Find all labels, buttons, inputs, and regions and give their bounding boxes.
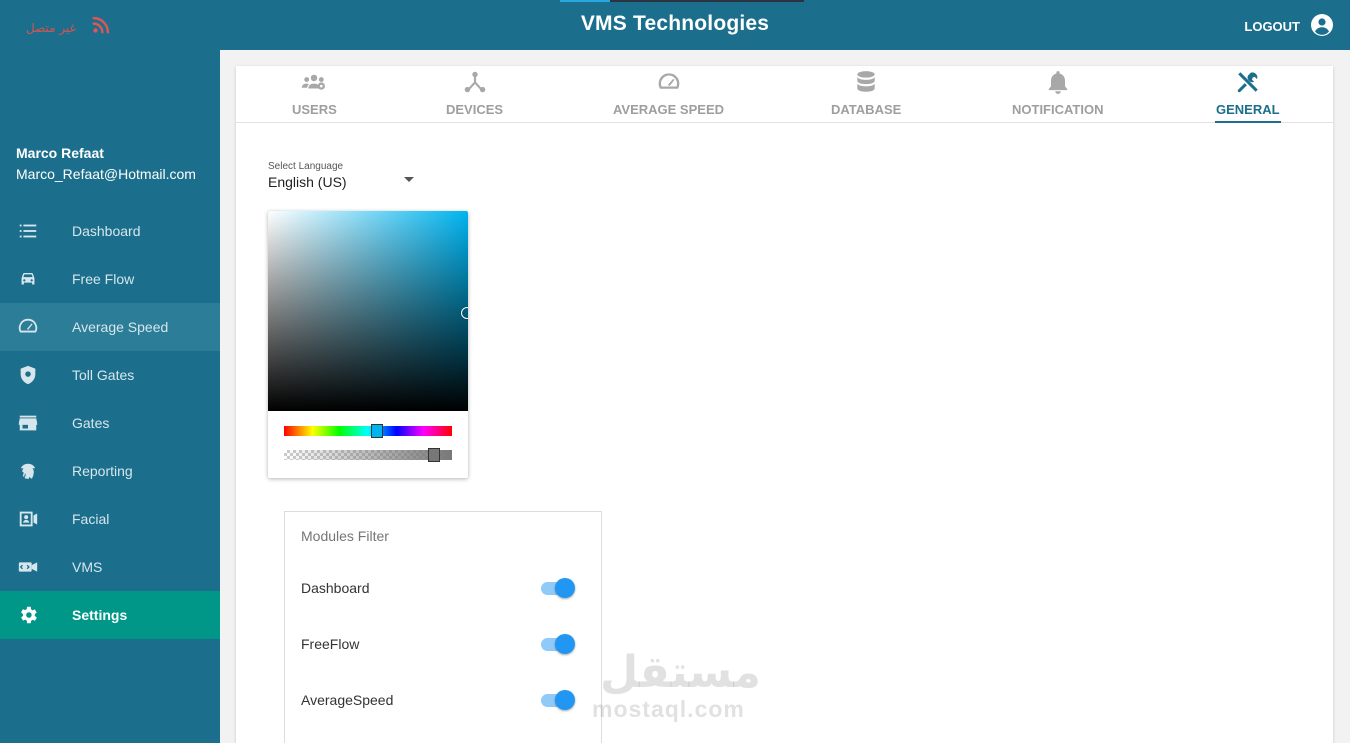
app-title: VMS Technologies — [580, 12, 770, 35]
sidebar-item-dashboard[interactable]: Dashboard — [0, 207, 220, 255]
sidebar-item-toll-gates[interactable]: Toll Gates — [0, 351, 220, 399]
sidebar-item-label: Free Flow — [72, 271, 135, 287]
hue-slider-handle[interactable] — [371, 424, 383, 438]
sidebar-item-label: Average Speed — [72, 319, 169, 335]
logout-label: LOGOUT — [1244, 19, 1300, 34]
tab-notification[interactable]: NOTIFICATION — [1012, 66, 1103, 123]
bell-icon — [1045, 66, 1071, 98]
tools-icon — [1235, 66, 1261, 98]
sidebar-item-facial[interactable]: Facial — [0, 495, 220, 543]
averagespeed-toggle[interactable] — [541, 689, 577, 711]
speedometer-icon — [0, 316, 72, 338]
tab-users[interactable]: USERS — [292, 66, 337, 123]
sidebar: Marco Refaat Marco_Refaat@Hotmail.com Da… — [0, 50, 220, 743]
shield-icon — [0, 364, 72, 386]
language-select-caption: Select Language — [268, 161, 344, 172]
sidebar-item-gates[interactable]: Gates — [0, 399, 220, 447]
account-circle-icon — [1310, 13, 1334, 40]
freeflow-toggle[interactable] — [541, 633, 577, 655]
car-icon — [0, 268, 72, 290]
tab-label: USERS — [292, 102, 337, 117]
sidebar-item-label: Gates — [72, 415, 110, 431]
module-row-dashboard: Dashboard — [301, 576, 577, 600]
tab-database[interactable]: DATABASE — [831, 66, 901, 123]
modules-filter-title: Modules Filter — [301, 528, 389, 544]
sidebar-item-free-flow[interactable]: Free Flow — [0, 255, 220, 303]
top-app-bar: غير متصل VMS Technologies LOGOUT — [0, 0, 1350, 50]
tab-average-speed[interactable]: AVERAGE SPEED — [613, 66, 724, 123]
store-icon — [0, 412, 72, 434]
list-icon — [0, 220, 72, 242]
module-row-averagespeed: AverageSpeed — [301, 688, 577, 712]
alpha-slider[interactable] — [284, 448, 452, 462]
sidebar-item-vms[interactable]: VMS — [0, 543, 220, 591]
user-email: Marco_Refaat@Hotmail.com — [16, 166, 196, 182]
module-label: Dashboard — [301, 580, 370, 596]
language-select-value: English (US) — [268, 174, 347, 190]
tab-label: NOTIFICATION — [1012, 102, 1104, 117]
sidebar-item-label: Dashboard — [72, 223, 141, 239]
loading-indicator — [560, 0, 804, 2]
user-info: Marco Refaat Marco_Refaat@Hotmail.com — [16, 145, 196, 182]
saturation-handle[interactable] — [461, 307, 468, 319]
sidebar-item-settings[interactable]: Settings — [0, 591, 220, 639]
tab-devices[interactable]: DEVICES — [446, 66, 503, 123]
language-select[interactable]: Select Language English (US) — [268, 161, 416, 190]
tab-label: DATABASE — [831, 102, 902, 117]
sidebar-item-average-speed[interactable]: Average Speed — [0, 303, 220, 351]
module-row-freeflow: FreeFlow — [301, 632, 577, 656]
tab-label: AVERAGE SPEED — [613, 102, 725, 117]
color-picker — [268, 211, 468, 478]
sidebar-item-reporting[interactable]: Reporting — [0, 447, 220, 495]
fingerprint-icon — [0, 460, 72, 482]
sidebar-item-label: Reporting — [72, 463, 133, 479]
sidebar-item-label: Facial — [72, 511, 110, 527]
module-label: AverageSpeed — [301, 692, 394, 708]
caret-down-icon — [404, 177, 414, 182]
alpha-slider-handle[interactable] — [428, 448, 440, 462]
tab-label: DEVICES — [446, 102, 504, 117]
settings-card: USERS DEVICES AVERAGE SPEED DATABASE NOT… — [236, 66, 1333, 743]
settings-tabs: USERS DEVICES AVERAGE SPEED DATABASE NOT… — [236, 66, 1333, 123]
gear-icon — [0, 604, 72, 626]
sidebar-item-label: VMS — [72, 559, 103, 575]
sidebar-nav: Dashboard Free Flow Average Speed Toll G… — [0, 207, 220, 639]
video-camera-icon — [0, 556, 72, 578]
contact-card-icon — [0, 508, 72, 530]
users-icon — [301, 66, 327, 98]
hue-slider[interactable] — [284, 424, 452, 438]
database-icon — [853, 66, 879, 98]
saturation-area[interactable] — [268, 211, 468, 411]
watermark: مستقل mostaql.com — [592, 650, 761, 723]
tab-general[interactable]: GENERAL — [1215, 66, 1281, 123]
logout-button[interactable]: LOGOUT — [1244, 13, 1334, 40]
tab-label: GENERAL — [1216, 102, 1280, 117]
devices-icon — [462, 66, 488, 98]
watermark-arabic: مستقل — [600, 647, 761, 698]
module-label: FreeFlow — [301, 636, 360, 652]
watermark-latin: mostaql.com — [592, 696, 745, 722]
gauge-icon — [656, 66, 682, 98]
user-name: Marco Refaat — [16, 145, 104, 161]
sidebar-item-label: Toll Gates — [72, 367, 135, 383]
dashboard-toggle[interactable] — [541, 577, 577, 599]
active-tab-indicator — [1215, 121, 1281, 123]
modules-filter-panel: Modules Filter Dashboard FreeFlow Averag… — [284, 511, 602, 743]
sidebar-item-label: Settings — [72, 607, 128, 623]
